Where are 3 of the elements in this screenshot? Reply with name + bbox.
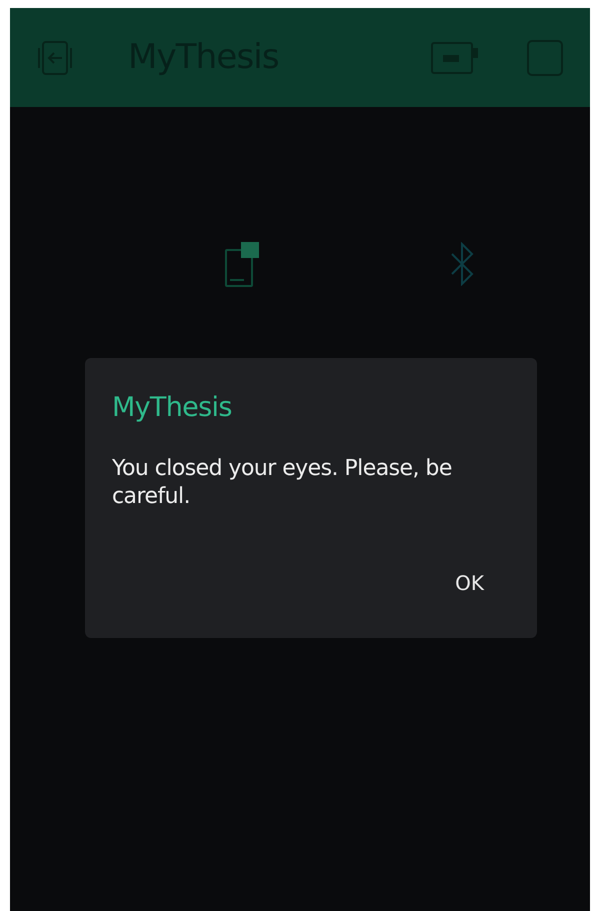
- ok-button[interactable]: OK: [449, 564, 490, 602]
- dialog-message: You closed your eyes. Please, be careful.: [112, 454, 453, 510]
- dialog-title: MyThesis: [112, 391, 233, 425]
